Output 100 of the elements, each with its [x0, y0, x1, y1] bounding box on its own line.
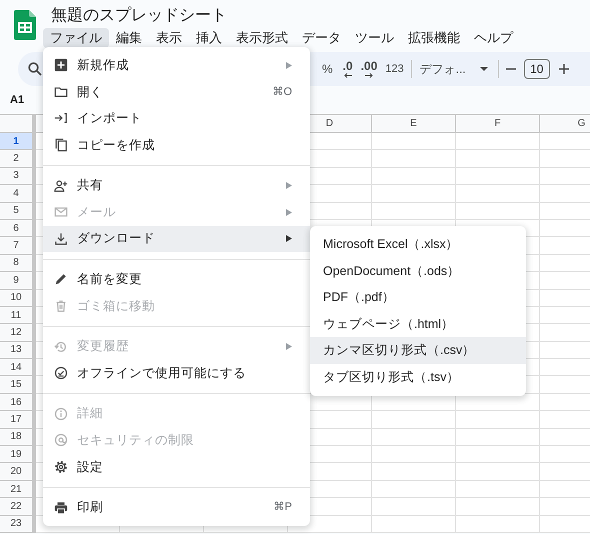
plus-icon[interactable]	[558, 64, 569, 74]
grid-cell[interactable]	[456, 168, 540, 186]
menu-bar-item[interactable]: データ	[295, 28, 348, 48]
folder-icon	[54, 84, 68, 99]
row-header[interactable]: 19	[0, 446, 36, 464]
column-header[interactable]: G	[540, 115, 590, 132]
grid-cell[interactable]	[372, 185, 456, 203]
grid-cell[interactable]	[372, 168, 456, 186]
grid-cell[interactable]	[372, 411, 456, 429]
grid-cell[interactable]	[456, 446, 540, 464]
printer-icon	[54, 500, 68, 515]
grid-cell[interactable]	[372, 498, 456, 516]
grid-cell[interactable]	[372, 463, 456, 481]
menu-item[interactable]: オフラインで使用可能にする	[43, 360, 310, 387]
menu-bar-item[interactable]: 拡張機能	[401, 28, 467, 48]
sheets-logo-icon[interactable]	[14, 10, 36, 40]
font-dropdown[interactable]: デフォ...	[420, 60, 488, 78]
row-header[interactable]: 12	[0, 324, 36, 342]
grid-cell[interactable]	[372, 480, 456, 498]
caret-icon	[480, 67, 488, 71]
submenu-item[interactable]: カンマ区切り形式（.csv）	[310, 337, 526, 364]
row-header[interactable]: 11	[0, 306, 36, 324]
row-header[interactable]: 10	[0, 290, 36, 307]
grid-cell[interactable]	[456, 202, 540, 220]
menu-item[interactable]: コピーを作成	[43, 132, 310, 158]
grid-cell[interactable]	[372, 133, 456, 150]
font-size-field[interactable]: 10	[524, 59, 550, 79]
percent-button[interactable]: %	[320, 60, 335, 78]
new-sheet-icon	[54, 58, 68, 72]
grid-cell[interactable]	[456, 411, 540, 429]
menu-bar-item[interactable]: ヘルプ	[467, 28, 520, 48]
submenu-item[interactable]: PDF（.pdf）	[310, 284, 526, 311]
document-title[interactable]: 無題のスプレッドシート	[50, 6, 520, 28]
grid-cell[interactable]	[372, 428, 456, 446]
row-header[interactable]: 14	[0, 359, 36, 376]
mail-icon	[54, 205, 68, 220]
shortcut-text: ⌘O	[272, 84, 292, 100]
grid-cell[interactable]	[456, 463, 540, 481]
row-header[interactable]: 20	[0, 463, 36, 481]
row-header[interactable]: 1	[0, 133, 36, 150]
row-header[interactable]: 21	[0, 480, 36, 498]
person-add-icon	[54, 178, 68, 193]
grid-cell[interactable]	[456, 516, 540, 533]
submenu-item[interactable]: Microsoft Excel（.xlsx）	[310, 231, 526, 258]
decrease-decimal-button[interactable]: .0	[342, 60, 353, 78]
at-sign-icon	[54, 433, 68, 448]
menu-bar-item[interactable]: ツール	[348, 28, 401, 48]
menu-item[interactable]: 開く ⌘O	[43, 78, 310, 106]
trash-icon	[54, 299, 68, 314]
row-header[interactable]: 13	[0, 342, 36, 360]
grid-cell[interactable]	[456, 480, 540, 498]
copy-icon	[54, 138, 68, 152]
download-icon	[54, 232, 68, 246]
menu-bar-item[interactable]: 表示	[149, 28, 189, 48]
grid-cell[interactable]	[372, 446, 456, 464]
grid-cell[interactable]	[456, 498, 540, 516]
row-header[interactable]: 15	[0, 376, 36, 394]
grid-cell[interactable]	[456, 133, 540, 150]
menu-bar-item[interactable]: 編集	[109, 28, 149, 48]
row-header[interactable]: 6	[0, 220, 36, 238]
row-header[interactable]: 16	[0, 394, 36, 412]
grid-cell[interactable]	[456, 185, 540, 203]
column-header[interactable]: F	[456, 115, 540, 132]
menu-bar-item[interactable]: 挿入	[189, 28, 229, 48]
row-header[interactable]: 8	[0, 254, 36, 272]
row-header[interactable]: 5	[0, 202, 36, 220]
row-header[interactable]: 9	[0, 272, 36, 290]
menu-item[interactable]: 設定	[43, 454, 310, 480]
menu-item[interactable]: 共有	[43, 172, 310, 199]
menu-item[interactable]: 印刷 ⌘P	[43, 494, 310, 521]
row-header[interactable]: 22	[0, 498, 36, 516]
row-header[interactable]: 23	[0, 516, 36, 533]
grid-cell[interactable]	[372, 202, 456, 220]
row-header[interactable]: 17	[0, 411, 36, 429]
column-header[interactable]: E	[372, 115, 456, 132]
grid-cell[interactable]	[372, 516, 456, 533]
submenu-item[interactable]: タブ区切り形式（.tsv）	[310, 364, 526, 391]
menu-bar-item[interactable]: 表示形式	[229, 28, 295, 48]
name-box[interactable]: A1	[10, 92, 24, 108]
grid-cell[interactable]	[456, 428, 540, 446]
row-header[interactable]: 2	[0, 150, 36, 168]
submenu-item[interactable]: OpenDocument（.ods）	[310, 258, 526, 284]
grid-cell[interactable]	[372, 150, 456, 168]
row-header[interactable]: 3	[0, 168, 36, 186]
number-format-button[interactable]: 123	[385, 60, 404, 78]
menu-item[interactable]: ダウンロード	[43, 226, 310, 252]
row-header[interactable]: 7	[0, 237, 36, 255]
history-icon	[54, 340, 68, 354]
menu-item[interactable]: 新規作成	[43, 52, 310, 79]
grid-cell[interactable]	[456, 150, 540, 168]
search-icon[interactable]	[28, 62, 42, 76]
row-header[interactable]: 18	[0, 428, 36, 446]
menu-item[interactable]: 名前を変更	[43, 266, 310, 293]
check-circle-icon	[54, 366, 68, 380]
submenu-item[interactable]: ウェブページ（.html）	[310, 310, 526, 338]
info-icon	[54, 406, 68, 421]
arrow-left-icon	[344, 73, 352, 78]
menu-bar-item[interactable]: ファイル	[43, 28, 109, 48]
increase-decimal-button[interactable]: .00	[360, 60, 378, 78]
row-header[interactable]: 4	[0, 185, 36, 203]
